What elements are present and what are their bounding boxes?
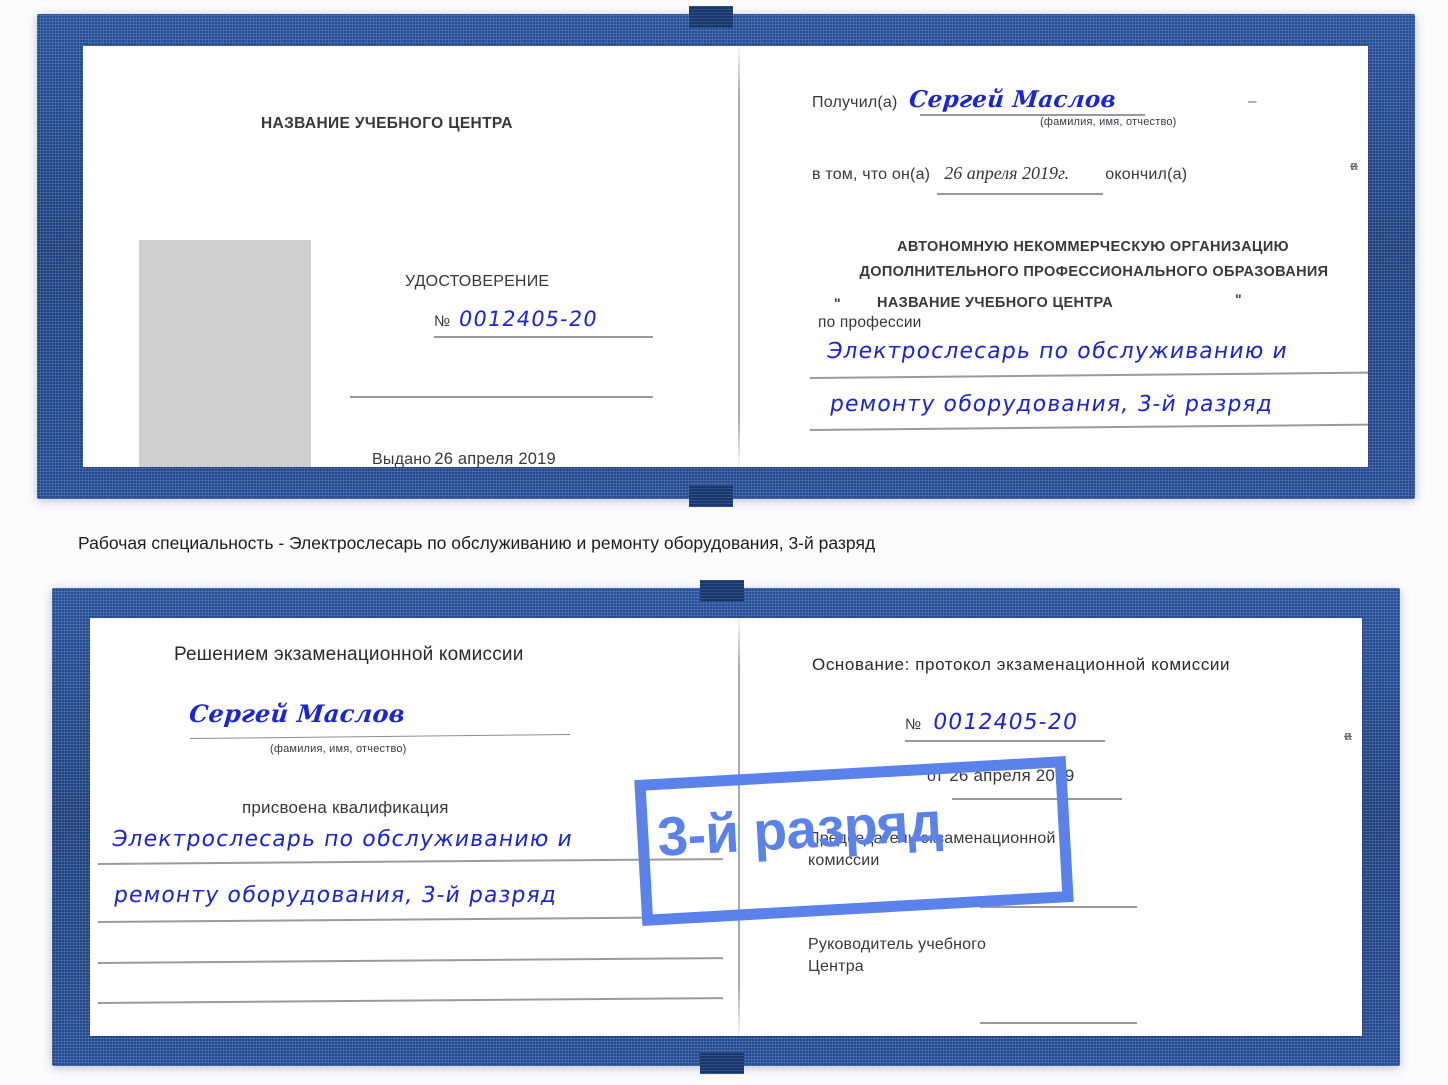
head-label-line-2: Центра [808,958,864,975]
qualification-rule-1 [97,858,723,865]
qualification-value-line-2: ремонту оборудования, 3-й разряд [112,883,560,908]
protocol-date-field: от 26 апреля 2019 [927,766,1074,786]
basis-label: Основание: протокол экзаменационной коми… [812,655,1231,674]
certificate-number-field: № 0012405-20 [434,307,600,331]
certificate-top-right-page: Получил(а) Сергей Маслов (фамилия, имя, … [740,46,1368,467]
certificate-top-pages: НАЗВАНИЕ УЧЕБНОГО ЦЕНТРА УДОСТОВЕРЕНИЕ №… [83,46,1368,467]
qualification-value-line-1: Электрослесарь по обслуживанию и [110,827,575,852]
protocol-number-rule [905,740,1105,742]
screenshot-root: НАЗВАНИЕ УЧЕБНОГО ЦЕНТРА УДОСТОВЕРЕНИЕ №… [0,0,1448,1085]
holder-name-value: Сергей Маслов [188,699,407,728]
spine-notch-bottom [689,485,733,507]
org-line-2: ДОПОЛНИТЕЛЬНОГО ПРОФЕССИОНАЛЬНОГО ОБРАЗО… [859,264,1329,280]
qualification-rule-2 [97,916,723,923]
profession-value-line-2: ремонту оборудования, 3-й разряд [828,392,1276,417]
recipient-edge-dash: – [1248,93,1257,110]
holder-name-hint: (фамилия, имя, отчество) [270,743,407,755]
certificate-top-cover: НАЗВАНИЕ УЧЕБНОГО ЦЕНТРА УДОСТОВЕРЕНИЕ №… [37,6,1415,507]
recipient-hint: (фамилия, имя, отчество) [1040,116,1177,128]
completion-date-rule [937,193,1103,195]
certificate-top-left-page: НАЗВАНИЕ УЧЕБНОГО ЦЕНТРА УДОСТОВЕРЕНИЕ №… [83,46,738,467]
certificate-number-value: 0012405-20 [457,307,600,331]
photo-placeholder [139,240,311,467]
recipient-name-value: Сергей Маслов [907,86,1117,113]
edge-mark: – [1350,158,1358,173]
protocol-number-value: 0012405-20 [931,710,1081,735]
org-quote-close: " [1235,291,1242,307]
issued-date-value: 26 апреля 2019 [434,450,556,467]
page-caption: Рабочая специальность - Электрослесарь п… [78,533,876,553]
certificate-bottom-left-page: Решением экзаменационной комиссии Сергей… [90,618,738,1036]
chair-label-line-1: Председатель экзаменационной [808,830,1056,847]
blank-rule-1 [350,396,653,398]
chair-signature-rule [980,906,1137,908]
spine-notch-top-2 [700,580,744,602]
certificate-bottom-pages: Решением экзаменационной комиссии Сергей… [90,618,1362,1036]
chair-label-line-2: комиссии [808,852,880,869]
org-quote-open: " [834,295,841,311]
profession-value-line-1: Электрослесарь по обслуживанию и [825,339,1290,364]
protocol-date-value: 26 апреля 2019 [949,766,1075,785]
blank-rule-3 [97,997,723,1004]
profession-rule-1 [809,371,1368,379]
recipient-label: Получил(а) [812,94,898,111]
center-name-title: НАЗВАНИЕ УЧЕБНОГО ЦЕНТРА [261,115,513,132]
holder-name-rule [189,734,570,740]
head-label-line-1: Руководитель учебного [808,936,987,953]
protocol-date-rule [952,798,1122,800]
number-sign-label: № [434,313,451,330]
org-line-1: АВТОНОМНУЮ НЕКОММЕРЧЕСКУЮ ОРГАНИЗАЦИЮ [897,239,1289,255]
org-line-3: НАЗВАНИЕ УЧЕБНОГО ЦЕНТРА [877,295,1114,311]
spine-notch-top [689,6,733,28]
protocol-number-field: № 0012405-20 [905,710,1080,735]
completion-label: в том, что он(а) [812,166,931,183]
certificate-bottom-right-page: Основание: протокол экзаменационной коми… [740,618,1362,1036]
profession-label: по профессии [818,314,922,331]
commission-decision-title: Решением экзаменационной комиссии [174,644,524,665]
document-type-label: УДОСТОВЕРЕНИЕ [405,273,550,290]
protocol-from-label: от [927,768,944,785]
spine-notch-bottom-2 [700,1052,744,1074]
certificate-number-rule [434,336,653,338]
qualification-label: присвоена квалификация [242,798,449,817]
edge-mark: – [1344,728,1352,743]
completion-date-value: 26 апреля 2019г. [944,163,1070,183]
issued-label: Выдано [372,451,432,467]
completion-field: в том, что он(а) 26 апреля 2019г. окончи… [812,163,1187,184]
head-signature-rule [980,1022,1137,1024]
blank-rule-2 [97,957,723,964]
recipient-field: Получил(а) Сергей Маслов [812,86,1117,113]
issued-date-field: Выдано 26 апреля 2019 [372,450,556,467]
protocol-number-sign: № [905,716,922,733]
profession-rule-2 [809,423,1368,431]
certificate-bottom-cover: Решением экзаменационной комиссии Сергей… [52,580,1400,1074]
completion-finished-label: окончил(а) [1105,166,1188,183]
